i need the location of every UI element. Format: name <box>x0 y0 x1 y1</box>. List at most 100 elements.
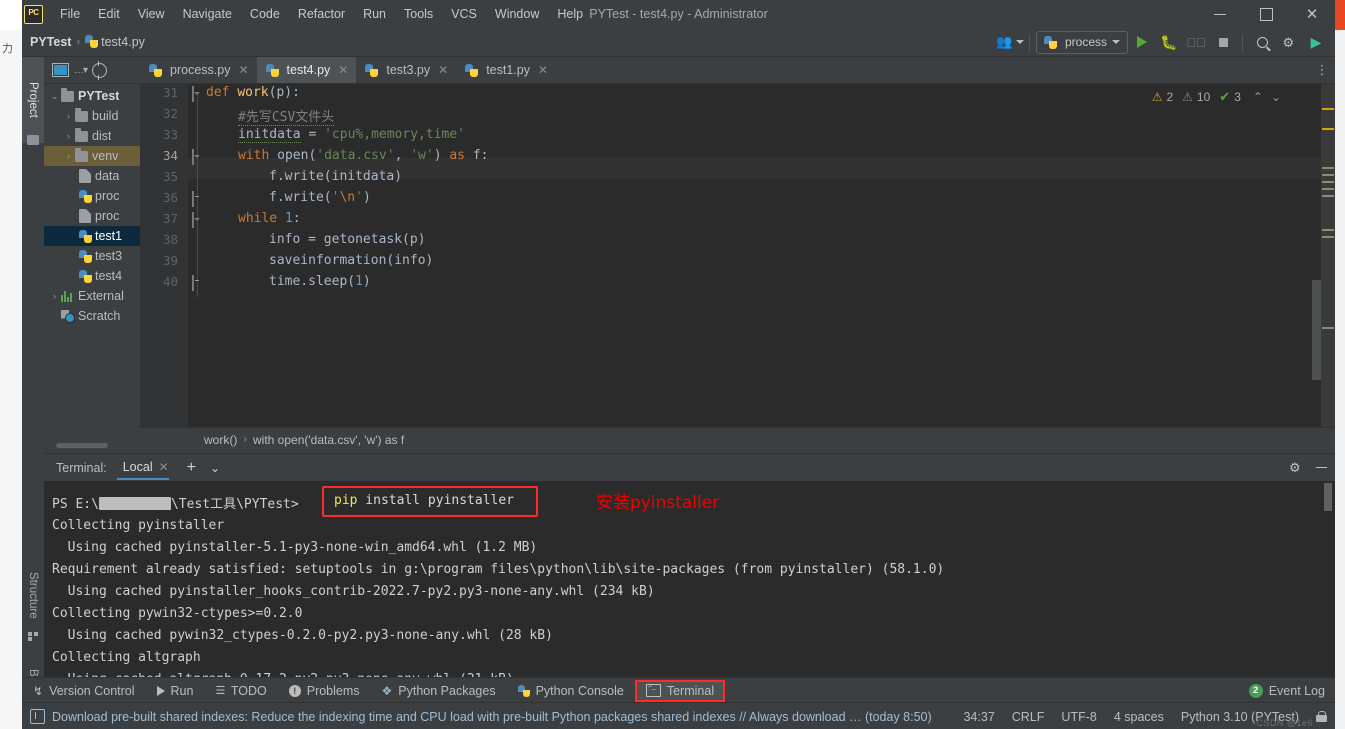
tool-button-problems[interactable]: ! Problems <box>278 681 371 701</box>
editor-tab-process-py[interactable]: process.py ✕ <box>140 57 257 83</box>
editor-gutter[interactable]: 31 32 33 34 35 36 37 38 39 40 <box>140 84 188 429</box>
menu-refactor[interactable]: Refactor <box>289 3 354 25</box>
close-icon[interactable]: ✕ <box>438 63 448 77</box>
stripe-weak-mark <box>1322 195 1334 197</box>
lock-icon[interactable] <box>1316 710 1327 723</box>
close-icon[interactable]: ✕ <box>238 63 248 77</box>
editor-tab-test3-py[interactable]: test3.py ✕ <box>356 57 456 83</box>
breadcrumb-project[interactable]: PYTest <box>30 35 71 49</box>
hide-icon[interactable] <box>1316 466 1327 469</box>
fold-marker-def[interactable] <box>192 86 203 102</box>
run-icon <box>1137 36 1147 48</box>
tree-item-pytest[interactable]: ⌄ PYTest <box>44 86 140 106</box>
terminal-vertical-scrollbar[interactable] <box>1324 483 1332 511</box>
tool-button-run[interactable]: Run <box>146 681 205 701</box>
tree-item-scratches[interactable]: Scratch <box>44 306 140 326</box>
sidebar-tab-project[interactable]: Project <box>22 57 44 143</box>
menu-code[interactable]: Code <box>241 3 289 25</box>
breadcrumb-statement[interactable]: with open('data.csv', 'w') as f <box>253 433 404 447</box>
collapse-dots-icon[interactable]: …▾ <box>74 65 88 76</box>
new-terminal-session-button[interactable]: + <box>187 459 196 476</box>
menu-run[interactable]: Run <box>354 3 395 25</box>
tool-button-label: TODO <box>230 683 267 698</box>
line-separator[interactable]: CRLF <box>1012 710 1045 724</box>
project-view-select-icon[interactable] <box>52 63 69 77</box>
tool-button-python-console[interactable]: Python Console <box>507 681 635 701</box>
main-toolbar: 👥 process 🐛 ▶⃝ ⚙ ▶ <box>996 28 1329 56</box>
ide-update-button[interactable]: ▶ <box>1303 31 1329 53</box>
editor-tab-test4-py[interactable]: test4.py ✕ <box>256 57 357 83</box>
tree-item-dist[interactable]: › dist <box>44 126 140 146</box>
fold-marker-end-with[interactable] <box>192 191 203 207</box>
locate-target-icon[interactable] <box>92 60 108 80</box>
file-encoding[interactable]: UTF-8 <box>1061 710 1096 724</box>
tree-label: data <box>95 169 120 183</box>
tree-item-test4[interactable]: test4 <box>44 266 140 286</box>
project-horizontal-scrollbar[interactable] <box>56 443 108 448</box>
fold-marker-with[interactable] <box>192 149 203 165</box>
code-text[interactable]: def work(p): #先写CSV文件头 initdata = 'cpu%,… <box>206 84 1335 429</box>
tool-button-terminal[interactable]: Terminal <box>634 679 726 702</box>
editor-vertical-scrollbar[interactable] <box>1312 280 1321 380</box>
event-log-button[interactable]: 2 Event Log <box>1248 683 1325 698</box>
tool-button-python-packages[interactable]: ❖ Python Packages <box>371 681 507 701</box>
maximize-button[interactable] <box>1243 0 1289 28</box>
search-everywhere-button[interactable] <box>1249 31 1275 53</box>
python-icon <box>1043 35 1057 49</box>
fold-marker-while[interactable] <box>192 212 203 228</box>
close-button[interactable]: ✕ <box>1289 0 1335 28</box>
folder-icon <box>75 128 88 142</box>
tree-item-data[interactable]: data <box>44 166 140 186</box>
tool-button-version-control[interactable]: ↯ Version Control <box>22 681 146 701</box>
menu-help[interactable]: Help <box>548 3 592 25</box>
run-button[interactable] <box>1129 31 1155 53</box>
prev-problem-icon[interactable]: ⌃ <box>1251 90 1265 104</box>
tool-button-todo[interactable]: ☰ TODO <box>204 681 277 701</box>
tree-item-proc-txt[interactable]: proc <box>44 206 140 226</box>
close-icon[interactable]: ✕ <box>159 460 169 474</box>
menu-view[interactable]: View <box>129 3 174 25</box>
tree-item-build[interactable]: › build <box>44 106 140 126</box>
tool-button-label: Python Console <box>535 683 624 698</box>
close-icon[interactable]: ✕ <box>338 63 348 77</box>
menu-edit[interactable]: Edit <box>89 3 129 25</box>
terminal-options-chevron-icon[interactable]: ⌄ <box>210 461 220 475</box>
menu-navigate[interactable]: Navigate <box>174 3 241 25</box>
terminal-tab-local[interactable]: Local ✕ <box>116 455 171 480</box>
menu-file[interactable]: File <box>51 3 89 25</box>
tree-item-venv[interactable]: › venv <box>44 146 140 166</box>
close-icon[interactable]: ✕ <box>538 63 548 77</box>
debug-button[interactable]: 🐛 <box>1156 31 1182 53</box>
run-coverage-button[interactable]: ▶⃝ <box>1183 31 1209 53</box>
profile-button[interactable]: 👥 <box>996 31 1024 53</box>
stop-button[interactable] <box>1210 31 1236 53</box>
next-problem-icon[interactable]: ⌄ <box>1269 90 1283 104</box>
tree-item-proc-py[interactable]: proc <box>44 186 140 206</box>
menu-window[interactable]: Window <box>486 3 548 25</box>
fold-marker-end-while[interactable] <box>192 275 203 291</box>
status-bar: Download pre-built shared indexes: Reduc… <box>22 702 1335 729</box>
caret-position[interactable]: 34:37 <box>963 710 994 724</box>
inspection-widget[interactable]: ⚠ 2 ⚠ 10 ✔ 3 ⌃ ⌄ <box>1152 89 1283 105</box>
editor-tab-label: process.py <box>170 63 231 77</box>
stripe-weak-mark <box>1322 327 1334 329</box>
sidebar-tab-structure[interactable]: Structure <box>22 549 44 641</box>
tree-item-test3[interactable]: test3 <box>44 246 140 266</box>
status-message-area[interactable]: Download pre-built shared indexes: Reduc… <box>30 709 932 724</box>
editor-error-stripe[interactable] <box>1321 84 1335 429</box>
tree-item-external-libraries[interactable]: › External <box>44 286 140 306</box>
minimize-button[interactable] <box>1197 0 1243 28</box>
editor-tabs-more-icon[interactable]: ⋮ <box>1313 57 1331 83</box>
tree-item-test1[interactable]: test1 <box>44 226 140 246</box>
editor-tab-test1-py[interactable]: test1.py ✕ <box>456 57 556 83</box>
breadcrumb-function[interactable]: work() <box>204 433 237 447</box>
breadcrumb-file[interactable]: test4.py <box>85 35 145 49</box>
settings-button[interactable]: ⚙ <box>1276 31 1302 53</box>
gear-icon[interactable]: ⚙ <box>1289 461 1302 474</box>
code-viewport[interactable]: 31 32 33 34 35 36 37 38 39 40 def work(p… <box>140 84 1335 429</box>
indent-setting[interactable]: 4 spaces <box>1114 710 1164 724</box>
menu-tools[interactable]: Tools <box>395 3 442 25</box>
run-configuration-selector[interactable]: process <box>1035 30 1128 54</box>
tree-label: proc <box>95 209 120 223</box>
menu-vcs[interactable]: VCS <box>442 3 486 25</box>
